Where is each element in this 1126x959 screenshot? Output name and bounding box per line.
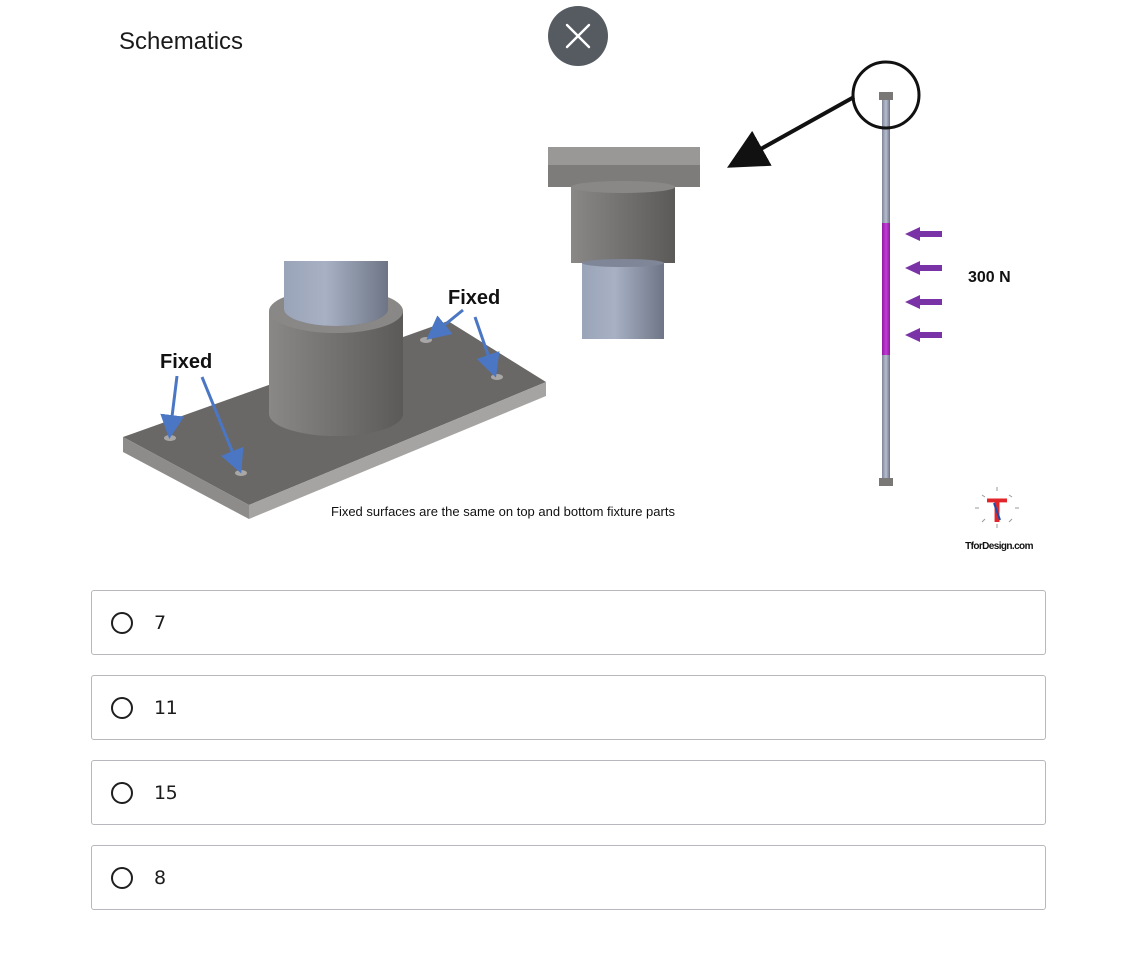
load-arrows [905,227,942,342]
figure-caption: Fixed surfaces are the same on top and b… [331,504,675,519]
loaded-rod [851,60,921,486]
close-button[interactable] [548,6,608,66]
tfordesign-logo: T TforDesign.com [965,487,1034,552]
radio-button[interactable] [111,866,133,889]
radio-button[interactable] [111,781,133,804]
answer-option[interactable]: 7 [91,590,1046,655]
answer-option[interactable]: 11 [91,675,1046,740]
answer-options: 7 11 15 8 [91,590,1046,930]
question-page: Schematics Fixed Fixed Fixed surfaces ar… [0,0,1126,959]
radio-button[interactable] [111,696,133,719]
close-icon [565,23,591,49]
answer-option-label: 8 [154,866,166,889]
fixed-label-right: Fixed [448,287,500,309]
top-fixture-detail [548,147,700,339]
answer-option-label: 7 [154,611,166,634]
figure-title: Schematics [119,28,243,55]
answer-option[interactable]: 8 [91,845,1046,910]
answer-option-label: 15 [154,781,178,804]
brand-label: TforDesign.com [965,541,1033,552]
answer-option-label: 11 [154,696,178,719]
fixed-label-left: Fixed [160,351,212,373]
schematic-figure: Schematics Fixed Fixed Fixed surfaces ar… [91,0,1046,570]
answer-option[interactable]: 15 [91,760,1046,825]
load-label: 300 N [968,269,1011,286]
radio-button[interactable] [111,611,133,634]
